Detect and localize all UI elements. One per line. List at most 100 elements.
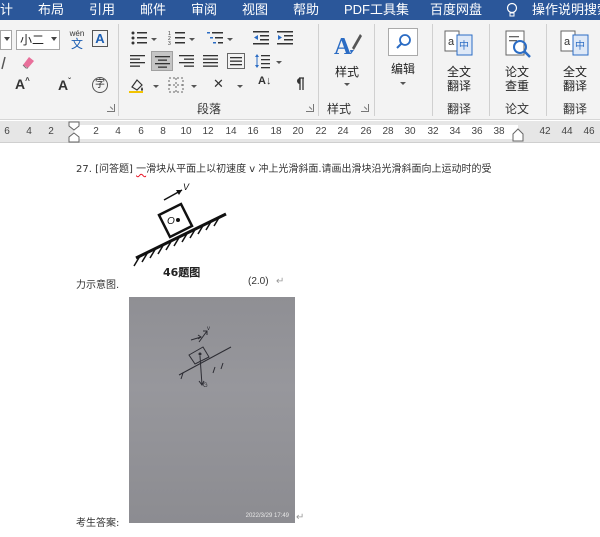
ruler-tick: 38	[493, 126, 505, 137]
numbering-icon[interactable]: 1 2 3	[168, 30, 186, 46]
sort-button[interactable]: A↓	[258, 75, 271, 87]
align-left-icon[interactable]	[130, 54, 146, 68]
styles-dialog-launcher[interactable]	[361, 104, 369, 112]
ruler-tick: 26	[360, 126, 372, 137]
full-translate2-label-2: 翻译	[562, 79, 587, 93]
shading-icon[interactable]	[128, 77, 146, 93]
ruler-tick: 12	[202, 126, 214, 137]
bullets-dropdown-icon[interactable]	[151, 38, 157, 41]
numbering-dropdown-icon[interactable]	[189, 38, 195, 41]
bullets-icon[interactable]	[130, 30, 148, 46]
editing-button[interactable]: 编辑	[383, 26, 423, 88]
paper-check-button[interactable]: 论文 查重	[496, 28, 538, 93]
line-spacing-icon[interactable]	[254, 53, 270, 69]
chinese-layout-button[interactable]: ✕	[213, 76, 235, 92]
indent-marker-right[interactable]	[512, 128, 524, 142]
ruler-tick: 16	[247, 126, 259, 137]
font-size-value: 小二	[20, 33, 45, 47]
svg-text:G: G	[203, 383, 208, 389]
decrease-indent-icon[interactable]	[252, 30, 270, 46]
menu-tab-design[interactable]: 计	[0, 1, 13, 19]
show-hide-marks-icon[interactable]	[292, 76, 306, 92]
ruler-tick: 36	[471, 126, 483, 137]
handwritten-sketch: v G	[178, 326, 232, 389]
italic-partial-icon[interactable]	[0, 56, 10, 70]
menu-tab-layout[interactable]: 布局	[38, 1, 64, 19]
styles-gallery-button[interactable]: A 样式	[326, 28, 368, 88]
font-size-combo[interactable]: 小二	[16, 30, 60, 50]
question-line: 27. [问答题] 一滑块从平面上以初速度 v 冲上光滑斜面.请画出滑块沿光滑斜…	[76, 160, 492, 175]
menu-tab-mailings[interactable]: 邮件	[140, 1, 166, 19]
ruler-tick: 42	[539, 126, 551, 137]
phonetic-guide-button[interactable]: wén 文	[67, 29, 87, 51]
ruler-tick: 22	[315, 126, 327, 137]
full-text-translate-button[interactable]: a 中 全文 翻译	[438, 28, 480, 93]
translate-icon: a 中	[560, 30, 589, 56]
paragraph-group-label: 段落	[197, 102, 222, 116]
phonetic-char: 文	[70, 37, 83, 51]
borders-icon[interactable]	[168, 77, 184, 93]
separator	[318, 24, 319, 116]
svg-text:a: a	[564, 36, 571, 48]
student-answer-label: 考生答案:	[76, 518, 120, 529]
ribbon: 小二 wén 文 A A^ Aˇ 字 1 2 3 ✕ A↓ 段落 A 样式 样式…	[0, 20, 600, 120]
distributed-icon[interactable]	[227, 53, 245, 69]
chinese-layout-icon: ✕	[213, 76, 224, 91]
figure-label-o: O	[167, 216, 175, 227]
full-text-translate-button-2[interactable]: a 中 全文 翻译	[554, 28, 596, 93]
menu-tab-baidu-netdisk[interactable]: 百度网盘	[430, 1, 482, 19]
tell-me-search[interactable]: 操作说明搜索	[532, 1, 600, 19]
paper-check-icon	[505, 30, 531, 58]
svg-text:v: v	[207, 326, 210, 332]
figure-label-v: V	[183, 182, 190, 192]
paper-check-label-2: 查重	[504, 79, 529, 93]
shading-dropdown-icon[interactable]	[153, 85, 159, 88]
ruler-tick: 6	[138, 126, 144, 137]
ruler-tick: 6	[4, 126, 10, 137]
borders-dropdown-icon[interactable]	[191, 85, 197, 88]
align-right-icon[interactable]	[179, 54, 195, 68]
multilevel-list-icon[interactable]	[206, 30, 224, 46]
justify-icon[interactable]	[203, 54, 219, 68]
chinese-layout-dropdown-icon[interactable]	[237, 85, 243, 88]
eraser-icon[interactable]	[20, 54, 36, 70]
separator	[546, 24, 547, 116]
svg-text:A: A	[334, 34, 352, 58]
document-page[interactable]: 27. [问答题] 一滑块从平面上以初速度 v 冲上光滑斜面.请画出滑块沿光滑斜…	[0, 144, 600, 537]
paragraph-mark: ↵	[296, 512, 305, 523]
ruler-tick: 10	[180, 126, 192, 137]
separator	[374, 24, 375, 116]
font-name-combo[interactable]	[0, 30, 12, 50]
styles-group-label: 样式	[327, 102, 352, 116]
editing-dropdown-icon	[400, 82, 406, 85]
multilevel-dropdown-icon[interactable]	[227, 38, 233, 41]
separator	[118, 24, 119, 116]
grow-font-button[interactable]: A^	[15, 76, 37, 92]
menu-tab-view[interactable]: 视图	[242, 1, 268, 19]
menu-tab-references[interactable]: 引用	[89, 1, 115, 19]
paragraph-dialog-launcher[interactable]	[306, 104, 314, 112]
styles-dropdown-icon	[344, 83, 350, 86]
shrink-font-button[interactable]: Aˇ	[58, 77, 80, 93]
menu-tab-pdf-tools[interactable]: PDF工具集	[344, 1, 409, 19]
enclose-characters-button[interactable]: 字	[92, 77, 108, 93]
horizontal-ruler[interactable]: 6 4 2 2 4 6 8 10 12 14 16 18 20 22 24 26…	[0, 121, 600, 143]
ruler-tick: 44	[561, 126, 573, 137]
menu-tab-review[interactable]: 审阅	[191, 1, 217, 19]
lightbulb-icon	[506, 2, 518, 17]
full-translate2-label-1: 全文	[562, 65, 587, 79]
menu-tab-help[interactable]: 帮助	[293, 1, 319, 19]
svg-text:a: a	[448, 36, 455, 48]
align-center-icon	[155, 56, 170, 68]
increase-indent-icon[interactable]	[276, 30, 294, 46]
paper-group-label: 论文	[505, 102, 530, 116]
line-spacing-dropdown-icon[interactable]	[276, 61, 282, 64]
character-border-button[interactable]: A	[92, 30, 108, 47]
ruler-tick: 8	[160, 126, 166, 137]
font-dialog-launcher[interactable]	[107, 104, 115, 112]
answer-photo[interactable]: v G 2022/3/29 17:49	[129, 297, 295, 523]
full-translate-label-1: 全文	[446, 65, 471, 79]
ruler-tick: 18	[270, 126, 282, 137]
align-center-button[interactable]	[151, 51, 173, 71]
indent-marker-left[interactable]	[68, 121, 80, 143]
